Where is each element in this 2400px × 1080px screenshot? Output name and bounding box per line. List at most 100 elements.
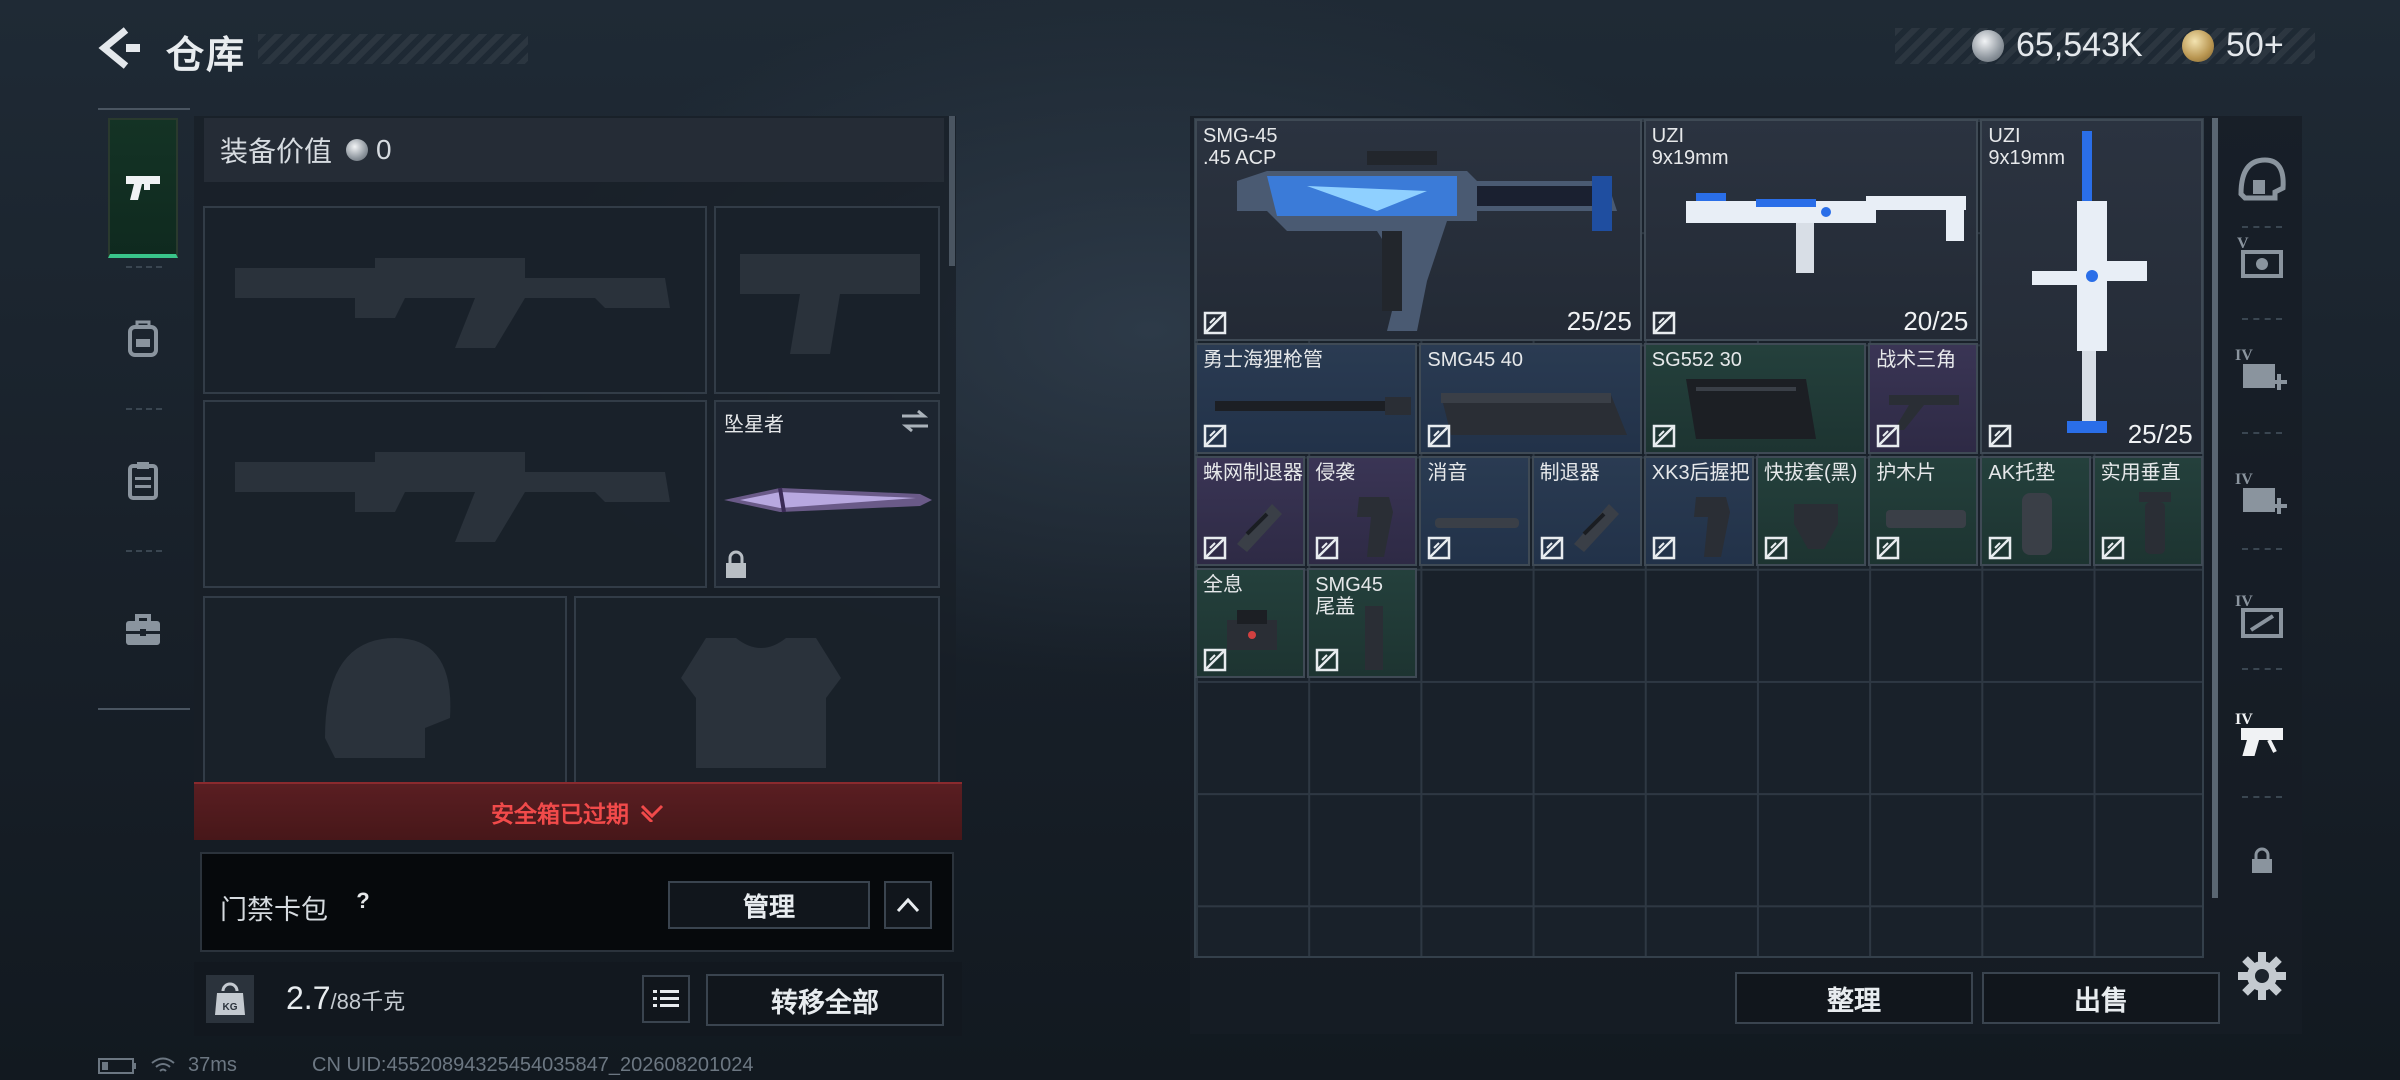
tier4-medkit-icon: IV: [2235, 347, 2287, 390]
storage-item[interactable]: 勇士海狸枪管: [1195, 343, 1418, 454]
secondary-weapon-slot[interactable]: [203, 400, 707, 588]
sort-button[interactable]: 整理: [1735, 972, 1973, 1024]
item-name: SMG-45.45 ACP: [1203, 125, 1278, 169]
weight-capacity: /88千克: [330, 989, 406, 1014]
tab-tier5-chest[interactable]: V: [2228, 214, 2296, 304]
storage-item[interactable]: 护木片: [1868, 455, 1979, 566]
lock-icon: [2252, 847, 2272, 873]
storage-item[interactable]: AK托垫: [1980, 455, 2091, 566]
no-trade-icon: [1203, 424, 1227, 447]
tab-tier4-medkit-2[interactable]: IV: [2228, 450, 2296, 540]
no-trade-icon: [2101, 536, 2124, 560]
no-trade-icon: [1652, 424, 1676, 447]
tab-backpack[interactable]: [108, 288, 178, 388]
armor-slot[interactable]: [574, 596, 940, 786]
helmet-slot[interactable]: [203, 596, 567, 786]
item-art: [1435, 517, 1520, 528]
tab-separator: [2242, 432, 2282, 434]
tab-toolbox[interactable]: [108, 580, 178, 680]
storage-item[interactable]: SMG45 40: [1419, 343, 1642, 454]
item-art: [1227, 609, 1277, 650]
storage-scrollbar[interactable]: [2212, 118, 2218, 898]
no-trade-icon: [1428, 424, 1451, 447]
storage-item[interactable]: SMG-45.45 ACP 25/25: [1195, 119, 1642, 342]
item-name: 侵袭: [1315, 461, 1356, 484]
item-art: [1886, 509, 1967, 528]
manage-button[interactable]: 管理: [668, 881, 870, 929]
svg-text:V: V: [2237, 235, 2249, 252]
pistol-silhouette-icon: [740, 254, 920, 354]
item-art: [1237, 503, 1282, 552]
storage-item[interactable]: 蛛网制退器: [1195, 455, 1306, 566]
rifle-silhouette-icon: [235, 258, 670, 348]
no-trade-icon: [1203, 312, 1227, 335]
tab-vest[interactable]: [108, 430, 178, 530]
equipment-scrollbar[interactable]: [949, 116, 955, 266]
storage-item[interactable]: 快拔套(黑): [1756, 455, 1867, 566]
storage-item[interactable]: XK3后握把: [1643, 455, 1754, 566]
item-art: [2032, 131, 2148, 433]
page-title: 仓库: [166, 35, 247, 77]
item-count: 25/25: [2127, 418, 2193, 449]
tab-locked[interactable]: [2228, 816, 2296, 906]
tab-tier4-weapons[interactable]: IV: [2228, 690, 2296, 780]
swap-icon[interactable]: [900, 408, 930, 436]
list-view-button[interactable]: [642, 975, 690, 1023]
lock-icon: [726, 550, 746, 578]
sell-button[interactable]: 出售: [1982, 972, 2220, 1024]
no-trade-icon: [1989, 424, 2012, 447]
storage-item[interactable]: UZI 9x19mm 25/25: [1980, 119, 2203, 454]
primary-weapon-slot[interactable]: [203, 206, 707, 394]
item-art: [2022, 492, 2053, 555]
storage-item[interactable]: 侵袭: [1307, 455, 1418, 566]
tab-separator: [2242, 548, 2282, 550]
collapse-button[interactable]: [884, 881, 932, 929]
storage-item[interactable]: UZI 9x19mm 20/25: [1643, 119, 1979, 342]
keycard-label: 门禁卡包: [220, 895, 328, 925]
no-trade-icon: [1652, 536, 1676, 560]
storage-item[interactable]: 全息: [1195, 567, 1306, 678]
storage-item[interactable]: 实用垂直: [2092, 455, 2203, 566]
weight-icon: KG: [206, 975, 254, 1023]
storage-item[interactable]: 制退器: [1531, 455, 1642, 566]
back-arrow-icon[interactable]: [96, 24, 144, 72]
transfer-all-button[interactable]: 转移全部: [706, 974, 944, 1026]
item-art: [1794, 503, 1838, 549]
item-name: SG552 30: [1651, 349, 1742, 372]
no-trade-icon: [1315, 536, 1339, 560]
weight-value: 2.7/88千克: [286, 980, 405, 1017]
storage-item[interactable]: 消音: [1419, 455, 1530, 566]
tab-weapons[interactable]: [108, 118, 178, 258]
item-name: UZI 9x19mm: [1988, 125, 2066, 169]
tabs-bottom-line: [98, 708, 190, 710]
equipment-value-amount: 0: [376, 134, 392, 165]
tab-helmet[interactable]: [2228, 134, 2296, 224]
storage-item[interactable]: 战术三角: [1868, 343, 1979, 454]
settings-gear-icon[interactable]: [2236, 950, 2288, 1002]
storage-item[interactable]: SG552 30: [1643, 343, 1867, 454]
no-trade-icon: [1315, 648, 1339, 672]
help-icon[interactable]: ?: [346, 884, 380, 918]
item-name: 制退器: [1539, 461, 1600, 484]
pistol-icon: [126, 176, 160, 200]
gold-amount: 50+: [2226, 26, 2284, 64]
storage-item[interactable]: SMG45 尾盖: [1307, 567, 1418, 678]
tab-tier4-ammo[interactable]: IV: [2228, 572, 2296, 662]
tab-separator: [126, 266, 162, 268]
svg-text:IV: IV: [2235, 593, 2253, 610]
item-name: XK3后握把: [1651, 461, 1750, 484]
safebox-expired-banner[interactable]: 安全箱已过期: [194, 782, 962, 840]
tab-tier4-medkit[interactable]: IV: [2228, 326, 2296, 416]
item-art: [1357, 496, 1394, 557]
no-trade-icon: [1652, 312, 1676, 335]
item-name: 护木片: [1876, 461, 1937, 484]
helmet-icon: [2238, 157, 2286, 201]
silver-currency: 65,543K: [1972, 26, 2143, 65]
item-art: [1685, 379, 1816, 440]
pistol-slot[interactable]: [714, 206, 940, 394]
melee-slot[interactable]: 坠星者: [714, 400, 940, 588]
toolbox-icon: [126, 614, 160, 645]
item-art: [1237, 151, 1617, 331]
tabs-top-line: [98, 108, 190, 110]
item-count: 20/25: [1903, 306, 1969, 337]
